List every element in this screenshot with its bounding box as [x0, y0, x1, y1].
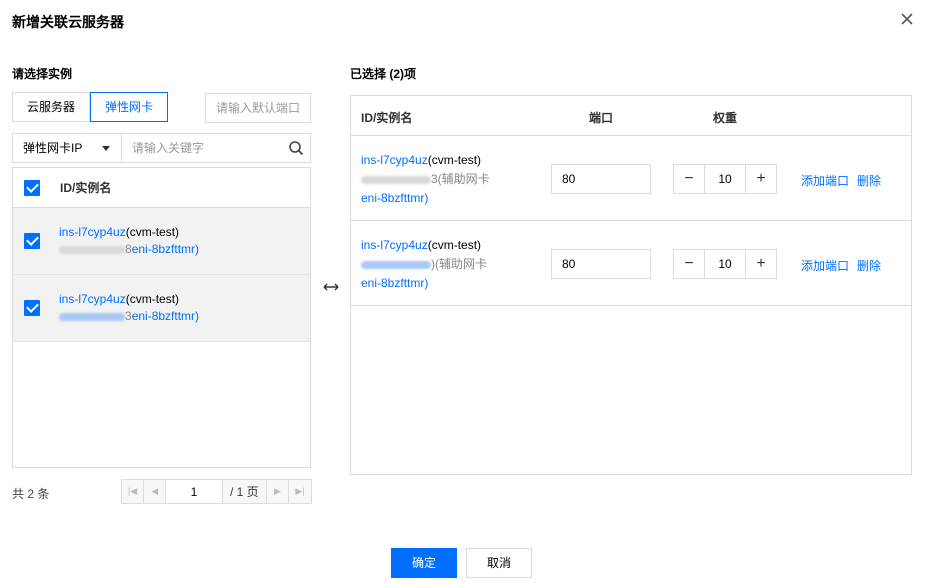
- instance-id-link[interactable]: ins-l7cyp4uz: [361, 153, 428, 167]
- row-actions: 添加端口 删除: [801, 172, 881, 189]
- table-row[interactable]: ins-l7cyp4uz(cvm-test) 8eni-8bzfttmr): [13, 208, 310, 275]
- instance-id-link[interactable]: ins-l7cyp4uz: [361, 238, 428, 252]
- instance-id-link[interactable]: ins-l7cyp4uz: [59, 225, 126, 239]
- secondary-eni-label: 3(辅助网卡: [431, 172, 490, 186]
- left-section-title: 请选择实例: [12, 67, 73, 81]
- delete-link[interactable]: 删除: [857, 174, 881, 188]
- tab-eni[interactable]: 弹性网卡: [90, 92, 169, 122]
- port-input[interactable]: 80: [551, 249, 651, 279]
- instance-name: (cvm-test): [125, 292, 180, 306]
- default-port-input[interactable]: 请输入默认端口: [205, 93, 311, 123]
- masked-ip: [361, 260, 431, 269]
- masked-ip: [361, 175, 431, 184]
- row-info: ins-l7cyp4uz(cvm-test) )(辅助网卡 eni-8bzftt…: [361, 236, 487, 293]
- cancel-button[interactable]: 取消: [466, 548, 532, 578]
- add-port-link[interactable]: 添加端口: [801, 259, 849, 273]
- confirm-button[interactable]: 确定: [391, 548, 457, 578]
- add-port-link[interactable]: 添加端口: [801, 174, 849, 188]
- minus-icon[interactable]: −: [674, 165, 704, 193]
- page-number-input[interactable]: 1: [166, 480, 223, 503]
- table-row: ins-l7cyp4uz(cvm-test) )(辅助网卡 eni-8bzftt…: [351, 221, 911, 306]
- header-port-label: 端口: [589, 111, 614, 125]
- search-filter: 弹性网卡IP 请输入关键字: [12, 133, 311, 163]
- filter-type-value: 弹性网卡IP: [23, 141, 83, 155]
- header-id-label: ID/实例名: [60, 181, 112, 195]
- pagination: |◀ ◀ 1 / 1 页 ▶ ▶|: [121, 479, 312, 504]
- eni-ip-suffix: 8: [125, 242, 132, 256]
- selected-list-table: ID/实例名 端口 权重 ins-l7cyp4uz(cvm-test) 3(辅助…: [350, 95, 912, 475]
- instance-type-tabs: 云服务器 弹性网卡: [12, 92, 169, 122]
- port-input[interactable]: 80: [551, 164, 651, 194]
- masked-ip: [59, 312, 125, 321]
- first-page-button[interactable]: |◀: [122, 480, 145, 503]
- row-info: ins-l7cyp4uz(cvm-test) 3(辅助网卡 eni-8bzftt…: [361, 151, 490, 208]
- select-all-checkbox[interactable]: [24, 179, 40, 196]
- row-checkbox[interactable]: [24, 233, 40, 249]
- instance-list-table: ID/实例名 ins-l7cyp4uz(cvm-test) 8eni-8bzft…: [12, 167, 311, 468]
- secondary-eni-label: )(辅助网卡: [431, 257, 487, 271]
- filter-type-select[interactable]: 弹性网卡IP: [13, 134, 122, 162]
- weight-stepper: − 10 +: [673, 164, 777, 194]
- right-section-title: 已选择 (2)项: [350, 67, 417, 81]
- eni-id-link[interactable]: eni-8bzfttmr): [361, 191, 428, 205]
- total-pages: / 1 页: [222, 480, 267, 503]
- delete-link[interactable]: 删除: [857, 259, 881, 273]
- plus-icon[interactable]: +: [746, 250, 776, 278]
- instance-name: (cvm-test): [427, 153, 482, 167]
- plus-icon[interactable]: +: [746, 165, 776, 193]
- tab-cvm[interactable]: 云服务器: [12, 92, 91, 122]
- row-info: ins-l7cyp4uz(cvm-test) 3eni-8bzfttmr): [59, 291, 199, 325]
- keyword-search-input[interactable]: 请输入关键字: [122, 134, 310, 162]
- dialog-title: 新增关联云服务器: [12, 14, 124, 30]
- close-icon[interactable]: [900, 12, 914, 26]
- minus-icon[interactable]: −: [674, 250, 704, 278]
- eni-id-link[interactable]: eni-8bzfttmr): [132, 242, 199, 256]
- keyword-placeholder: 请输入关键字: [132, 141, 205, 155]
- table-header: ID/实例名: [13, 168, 310, 208]
- weight-input[interactable]: 10: [704, 250, 746, 278]
- total-count: 共 2 条: [12, 487, 50, 501]
- row-actions: 添加端口 删除: [801, 257, 881, 274]
- table-header: ID/实例名 端口 权重: [351, 96, 911, 136]
- instance-name: (cvm-test): [427, 238, 482, 252]
- prev-page-button[interactable]: ◀: [144, 480, 167, 503]
- weight-input[interactable]: 10: [704, 165, 746, 193]
- instance-name: (cvm-test): [125, 225, 180, 239]
- header-id-label: ID/实例名: [361, 111, 413, 125]
- table-row[interactable]: ins-l7cyp4uz(cvm-test) 3eni-8bzfttmr): [13, 275, 310, 342]
- chevron-down-icon: [102, 146, 110, 151]
- search-icon[interactable]: [288, 140, 304, 156]
- header-weight-label: 权重: [713, 111, 738, 125]
- last-page-button[interactable]: ▶|: [288, 480, 311, 503]
- next-page-button[interactable]: ▶: [266, 480, 289, 503]
- table-row: ins-l7cyp4uz(cvm-test) 3(辅助网卡 eni-8bzftt…: [351, 136, 911, 221]
- add-cvm-dialog: 新增关联云服务器 请选择实例 云服务器 弹性网卡 请输入默认端口 弹性网卡IP …: [0, 0, 930, 585]
- eni-id-link[interactable]: eni-8bzfttmr): [361, 276, 428, 290]
- eni-id-link[interactable]: eni-8bzfttmr): [132, 309, 199, 323]
- eni-ip-suffix: 3: [125, 309, 132, 323]
- instance-id-link[interactable]: ins-l7cyp4uz: [59, 292, 126, 306]
- row-checkbox[interactable]: [24, 300, 40, 316]
- masked-ip: [59, 245, 125, 254]
- row-info: ins-l7cyp4uz(cvm-test) 8eni-8bzfttmr): [59, 224, 199, 258]
- weight-stepper: − 10 +: [673, 249, 777, 279]
- swap-arrows-icon: [323, 283, 339, 291]
